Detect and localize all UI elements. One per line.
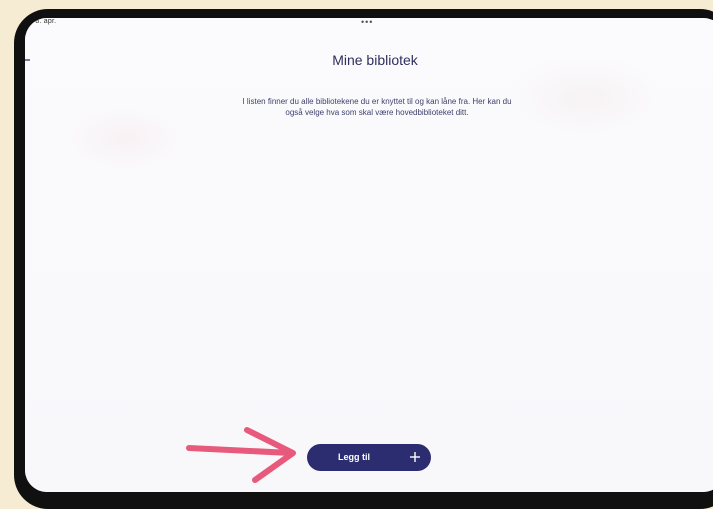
page-title: Mine bibliotek <box>332 52 418 68</box>
intro-text: I listen finner du alle bibliotekene du … <box>242 97 512 117</box>
multitask-handle[interactable]: ••• <box>361 18 373 27</box>
screen-background <box>25 18 713 492</box>
add-button-label: Legg til <box>338 452 370 462</box>
app-screen: n. 8. apr. ••• Mine bibliotek I listen f… <box>25 18 713 492</box>
add-library-button[interactable]: Legg til <box>307 444 431 471</box>
status-date: n. 8. apr. <box>27 18 57 25</box>
plus-icon <box>410 452 420 462</box>
pointer-arrow-icon <box>186 427 296 483</box>
